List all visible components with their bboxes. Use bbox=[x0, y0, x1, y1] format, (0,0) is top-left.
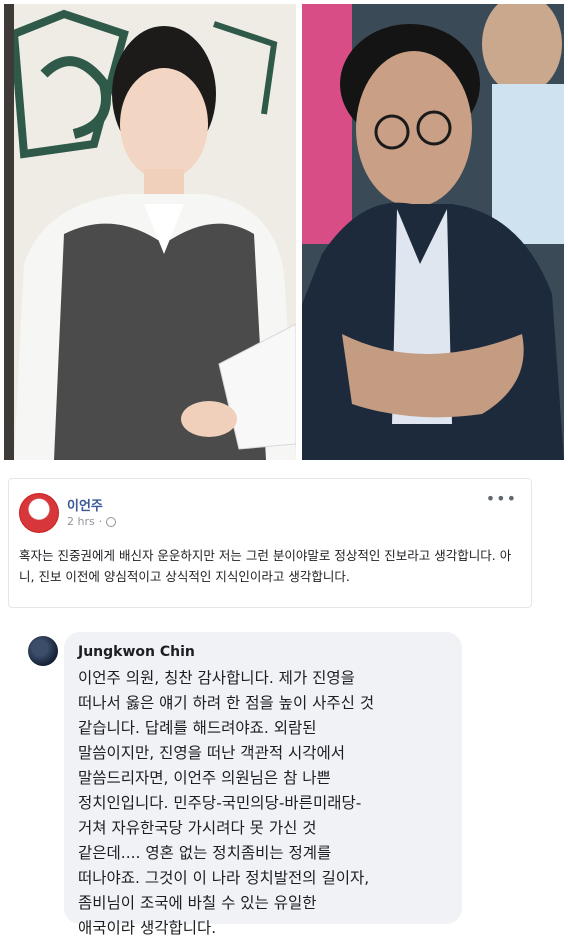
comment-line: 같습니다. 답례를 해드려야죠. 외람된 bbox=[78, 719, 317, 737]
post-body-text: 혹자는 진중권에게 배신자 운운하지만 저는 그런 분이야말로 정상적인 진보라… bbox=[19, 548, 512, 584]
facebook-post-card: 이언주 2 hrs · ••• 혹자는 진중권에게 배신자 운운하지만 저는 그… bbox=[8, 478, 532, 608]
comment-line: 떠나서 옳은 얘기 하려 한 점을 높이 사주신 것 bbox=[78, 694, 375, 712]
post-timestamp[interactable]: 2 hrs bbox=[67, 515, 95, 528]
photo-row bbox=[4, 4, 564, 460]
man-with-glasses-photo bbox=[302, 4, 564, 460]
comment-line: 말씀드리자면, 이언주 의원님은 참 나쁜 bbox=[78, 769, 331, 787]
comment-line: 말씀이지만, 진영을 떠난 객관적 시각에서 bbox=[78, 744, 346, 762]
comment-line: 떠나야죠. 그것이 이 나라 정치발전의 길이자, bbox=[78, 869, 370, 887]
comment-line: 정치인입니다. 민주당-국민의당-바른미래당- bbox=[78, 794, 362, 812]
comment-line: 좀비님이 조국에 바칠 수 있는 유일한 bbox=[78, 894, 317, 912]
comment-bubble: Jungkwon Chin 이언주 의원, 칭찬 감사합니다. 제가 진영을 떠… bbox=[64, 632, 462, 937]
comment-line: 이언주 의원, 칭찬 감사합니다. 제가 진영을 bbox=[78, 669, 355, 687]
comment-line: 같은데.... 영혼 없는 정치좀비는 정계를 bbox=[78, 844, 332, 862]
author-avatar[interactable] bbox=[19, 493, 59, 533]
comment-body: 이언주 의원, 칭찬 감사합니다. 제가 진영을 떠나서 옳은 얘기 하려 한 … bbox=[78, 666, 448, 941]
commenter-avatar[interactable] bbox=[28, 636, 58, 666]
woman-speaking-photo bbox=[4, 4, 296, 460]
post-author-name[interactable]: 이언주 bbox=[67, 495, 103, 514]
photo-left bbox=[4, 4, 296, 460]
comment-line: 거쳐 자유한국당 가시려다 못 가신 것 bbox=[78, 819, 317, 837]
comment-line: 애국이라 생각합니다. bbox=[78, 919, 217, 937]
comment-author-name[interactable]: Jungkwon Chin bbox=[78, 644, 448, 660]
post-meta: 2 hrs · bbox=[67, 515, 117, 528]
globe-icon bbox=[106, 516, 117, 527]
photo-right bbox=[302, 4, 564, 460]
more-options-icon[interactable]: ••• bbox=[486, 489, 517, 508]
